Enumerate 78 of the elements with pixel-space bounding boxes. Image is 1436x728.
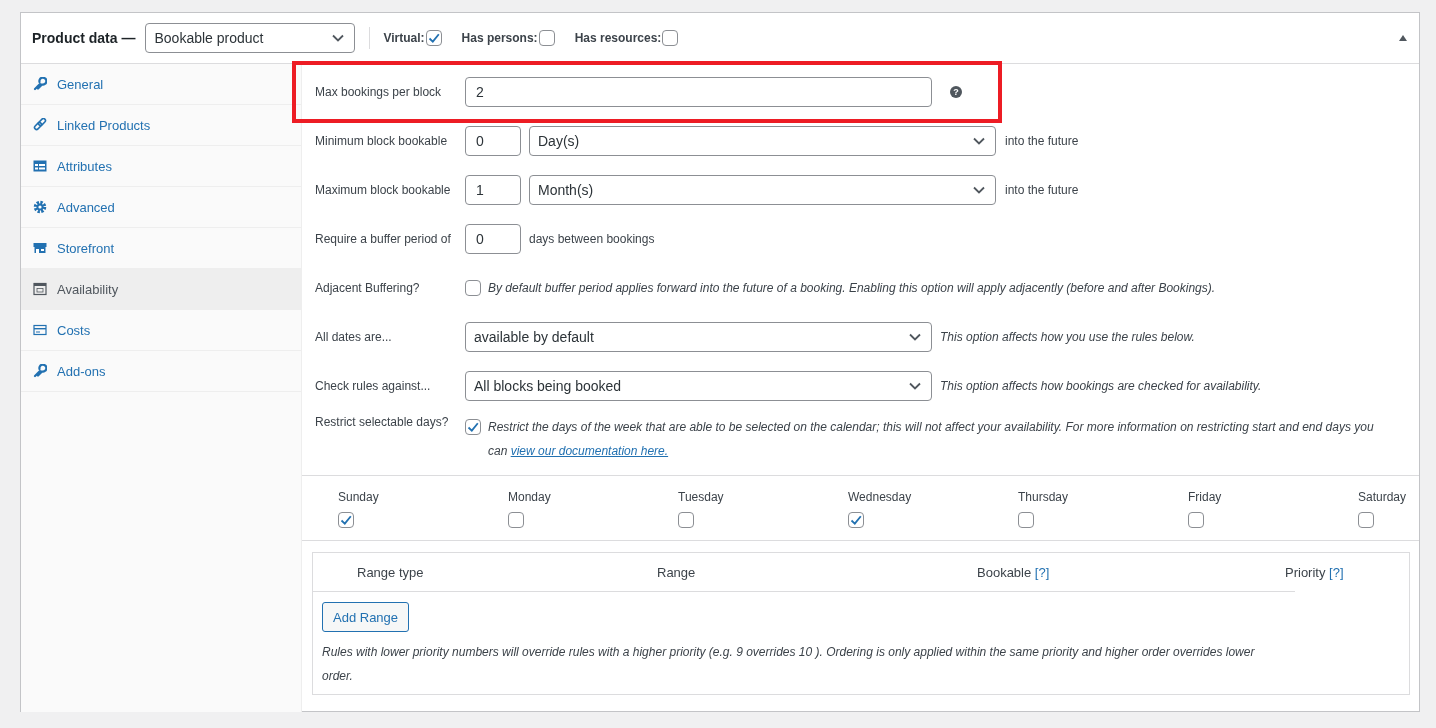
link-icon [33,118,47,132]
sidebar-tab[interactable]: Advanced [21,187,301,228]
chevron-icon [332,34,345,42]
chevron-icon [973,185,985,194]
day-label: Wednesday [848,490,912,504]
dropdown[interactable]: available by default [465,321,932,352]
dropdown[interactable]: Month(s) [529,174,996,205]
column-header: Range type [357,564,424,580]
option-label: Has persons: [461,31,538,45]
day-label: Thursday [1018,490,1069,504]
storefront-icon [33,241,47,255]
field-label: Check rules against... [315,378,432,393]
card-icon [33,323,47,337]
sidebar-tab[interactable]: Attributes [21,146,301,187]
checkbox[interactable] [338,512,354,528]
field-label: All dates are... [315,329,393,344]
day-label: Friday [1188,490,1222,504]
dropdown[interactable]: Day(s) [529,125,996,156]
column-header: Range [657,564,696,580]
help-link[interactable]: [?] [1329,564,1344,580]
checkbox[interactable] [538,30,555,46]
column-header: Priority [1285,564,1326,580]
panel-title: Product data — [32,30,136,46]
sidebar-tab[interactable]: Linked Products [21,105,301,146]
checkbox[interactable] [678,512,694,528]
input-field[interactable]: 1 [465,174,521,205]
field-description: Restrict the days of the week that are able to be selected on the calendar; this will not affect your availability. For more information on restricting start and end days you can view our documentation here. [488,419,1375,460]
checkbox[interactable] [465,279,481,296]
input-field[interactable]: 0 [465,125,521,156]
field-label: Adjacent Buffering? [315,280,421,295]
chevron-icon [973,136,985,145]
checkbox[interactable] [662,30,679,46]
field-label: Maximum block bookable [315,182,452,197]
day-label: Tuesday [678,490,724,504]
field-description: This option affects how bookings are checked for availability. [940,377,1262,395]
collapse-icon[interactable] [1399,35,1407,41]
table-icon [33,159,47,173]
dropdown[interactable]: All blocks being booked [465,370,932,401]
checkbox[interactable] [1018,512,1034,528]
suffix-text: into the future [1005,182,1079,197]
rules-note: Rules with lower priority numbers will override rules with a higher priority (e.g. 9 overrides 10 ). Ordering is only applied within the same priority and higher order overrides lower order. [321,644,1256,685]
input-field[interactable]: 2 [465,76,932,107]
gear-icon [33,200,47,214]
calendar-icon [33,282,47,296]
checkbox[interactable] [425,30,442,46]
suffix-text: days between bookings [529,231,655,246]
field-label: Restrict selectable days? [315,415,450,429]
field-label: Max bookings per block [315,84,443,99]
wrench-icon [33,77,47,91]
dropdown[interactable]: Bookable product [145,23,356,53]
checkbox[interactable] [848,512,864,528]
field-description: By default buffer period applies forward into the future of a booking. Enabling this option will apply adjacently (before and after Bookings). [488,279,1216,297]
checkbox[interactable] [1188,512,1204,528]
wrench-icon [33,364,47,378]
sidebar-tab[interactable]: General [21,64,301,105]
documentation-link[interactable]: view our documentation here. [510,444,669,458]
option-label: Virtual: [383,31,425,45]
option-label: Has resources: [574,31,662,45]
field-description: This option affects how you use the rules below. [940,328,1195,346]
add-range-button[interactable]: Add Range [322,602,410,632]
checkbox[interactable] [1358,512,1374,528]
day-label: Saturday [1358,490,1407,504]
column-header: Bookable [977,564,1032,580]
sidebar-tab[interactable]: Add-ons [21,351,301,392]
chevron-icon [909,381,921,390]
checkbox[interactable] [465,419,481,435]
input-field[interactable]: 0 [465,223,521,254]
field-label: Require a buffer period of [315,231,452,246]
help-icon[interactable]: ? [950,85,962,98]
sidebar-tab[interactable]: Availability [21,269,301,310]
day-label: Monday [508,490,551,504]
suffix-text: into the future [1005,133,1079,148]
checkbox[interactable] [508,512,524,528]
sidebar-tab[interactable]: Costs [21,310,301,351]
help-link[interactable]: [?] [1034,564,1050,580]
field-label: Minimum block bookable [315,133,449,148]
chevron-icon [909,332,921,341]
day-label: Sunday [338,490,379,504]
